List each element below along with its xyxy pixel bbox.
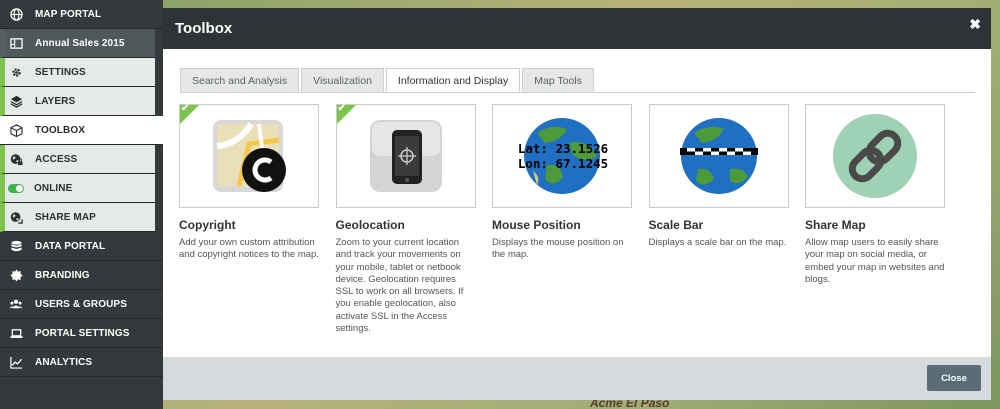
tool-mouse-position[interactable]: Lat: 23.1526 Lon: 67.1245 Mouse Position…	[492, 104, 632, 335]
link-chain-icon	[833, 114, 917, 198]
sidebar-item-branding[interactable]: BRANDING	[0, 261, 163, 290]
tab-divider	[180, 92, 975, 93]
tab-map-tools[interactable]: Map Tools	[522, 68, 594, 93]
tool-description: Displays a scale bar on the map.	[648, 237, 787, 248]
sidebar-item-label: TOOLBOX	[35, 124, 85, 136]
sidebar-item-map-portal[interactable]: MAP PORTAL	[0, 0, 163, 29]
tool-name: Geolocation	[335, 218, 405, 232]
scale-bar-globe-icon	[679, 118, 758, 194]
close-icon[interactable]: ✖	[969, 16, 981, 33]
tool-copyright-image[interactable]: ✔	[179, 103, 319, 208]
badge-icon	[9, 268, 23, 282]
layers-icon	[9, 94, 23, 108]
database-icon	[9, 239, 23, 253]
tool-description: Add your own custom attribution and copy…	[179, 237, 319, 261]
latitude-text: Lat: 23.1526	[517, 141, 609, 156]
sidebar: MAP PORTAL Annual Sales 2015 SETTINGS LA…	[0, 0, 163, 409]
users-icon	[9, 297, 23, 311]
sidebar-item-label: SHARE MAP	[35, 211, 96, 223]
copyright-map-icon	[213, 120, 286, 192]
tool-description: Zoom to your current location and track …	[335, 237, 464, 335]
sidebar-item-settings[interactable]: SETTINGS	[0, 58, 155, 87]
sidebar-item-analytics[interactable]: ANALYTICS	[0, 348, 163, 377]
modal-title: Toolbox	[175, 20, 233, 37]
sidebar-item-label: DATA PORTAL	[35, 240, 106, 252]
share-globe-icon	[9, 210, 23, 224]
tool-description: Allow map users to easily share your map…	[805, 237, 945, 285]
checkmark-icon: ✔	[337, 103, 346, 114]
sidebar-item-access[interactable]: ACCESS	[0, 145, 155, 174]
toolbox-modal: Toolbox ✖ Search and Analysis Visualizat…	[163, 8, 991, 400]
sidebar-item-layers[interactable]: LAYERS	[0, 87, 155, 116]
close-button[interactable]: Close	[927, 365, 981, 391]
sidebar-item-label: ONLINE	[34, 182, 73, 194]
map-frame-icon	[9, 36, 23, 50]
tool-name: Share Map	[805, 218, 866, 232]
tool-grid: ✔ Copyright Add your own custom attribut…	[179, 103, 962, 335]
sidebar-item-toolbox[interactable]: TOOLBOX	[0, 116, 163, 145]
gear-icon	[9, 65, 23, 79]
tool-copyright[interactable]: ✔ Copyright Add your own custom attribut…	[179, 103, 319, 335]
sidebar-item-annual-sales[interactable]: Annual Sales 2015	[0, 29, 155, 58]
tool-geolocation-image[interactable]: ✔	[335, 103, 476, 208]
chart-icon	[9, 355, 23, 369]
geolocation-phone-icon	[369, 120, 442, 192]
modal-header: Toolbox	[163, 8, 991, 49]
laptop-icon	[9, 326, 23, 340]
longitude-text: Lon: 67.1245	[517, 156, 609, 171]
sidebar-item-label: USERS & GROUPS	[35, 298, 127, 310]
coordinates-readout: Lat: 23.1526 Lon: 67.1245	[493, 141, 633, 171]
cube-icon	[9, 123, 23, 137]
tab-visualization[interactable]: Visualization	[301, 68, 384, 93]
sidebar-item-portal-settings[interactable]: PORTAL SETTINGS	[0, 319, 163, 348]
sidebar-item-label: Annual Sales 2015	[35, 37, 125, 49]
tool-share-map[interactable]: Share Map Allow map users to easily shar…	[805, 104, 945, 335]
tool-name: Mouse Position	[492, 218, 581, 232]
tab-bar: Search and Analysis Visualization Inform…	[180, 68, 596, 93]
sidebar-item-label: ANALYTICS	[35, 356, 93, 368]
sidebar-item-online[interactable]: ONLINE	[0, 174, 155, 203]
modal-footer: Close	[163, 357, 991, 400]
sidebar-item-label: SETTINGS	[35, 66, 86, 78]
tool-name: Copyright	[179, 218, 236, 232]
sidebar-item-label: PORTAL SETTINGS	[35, 327, 130, 339]
sidebar-item-label: LAYERS	[35, 95, 76, 107]
tool-scale-bar[interactable]: Scale Bar Displays a scale bar on the ma…	[648, 104, 789, 335]
globe-icon	[9, 7, 23, 21]
tab-information-and-display[interactable]: Information and Display	[385, 68, 521, 93]
sidebar-item-users-groups[interactable]: USERS & GROUPS	[0, 290, 163, 319]
tool-name: Scale Bar	[648, 218, 704, 232]
tool-share-map-image[interactable]	[805, 104, 945, 208]
sidebar-item-label: BRANDING	[35, 269, 90, 281]
sidebar-item-share-map[interactable]: SHARE MAP	[0, 203, 155, 232]
tool-scale-bar-image[interactable]	[648, 104, 789, 208]
tool-description: Displays the mouse position on the map.	[492, 237, 624, 261]
tool-geolocation[interactable]: ✔ Geolocation Zoom to your current locat…	[335, 103, 476, 335]
online-toggle-icon[interactable]	[8, 183, 24, 193]
tab-search-and-analysis[interactable]: Search and Analysis	[180, 68, 300, 93]
checkmark-icon: ✔	[181, 103, 190, 114]
globe-lock-icon	[9, 152, 23, 166]
sidebar-item-data-portal[interactable]: DATA PORTAL	[0, 232, 163, 261]
tool-mouse-position-image[interactable]: Lat: 23.1526 Lon: 67.1245	[492, 104, 632, 208]
sidebar-item-label: ACCESS	[35, 153, 78, 165]
sidebar-item-label: MAP PORTAL	[35, 8, 102, 20]
